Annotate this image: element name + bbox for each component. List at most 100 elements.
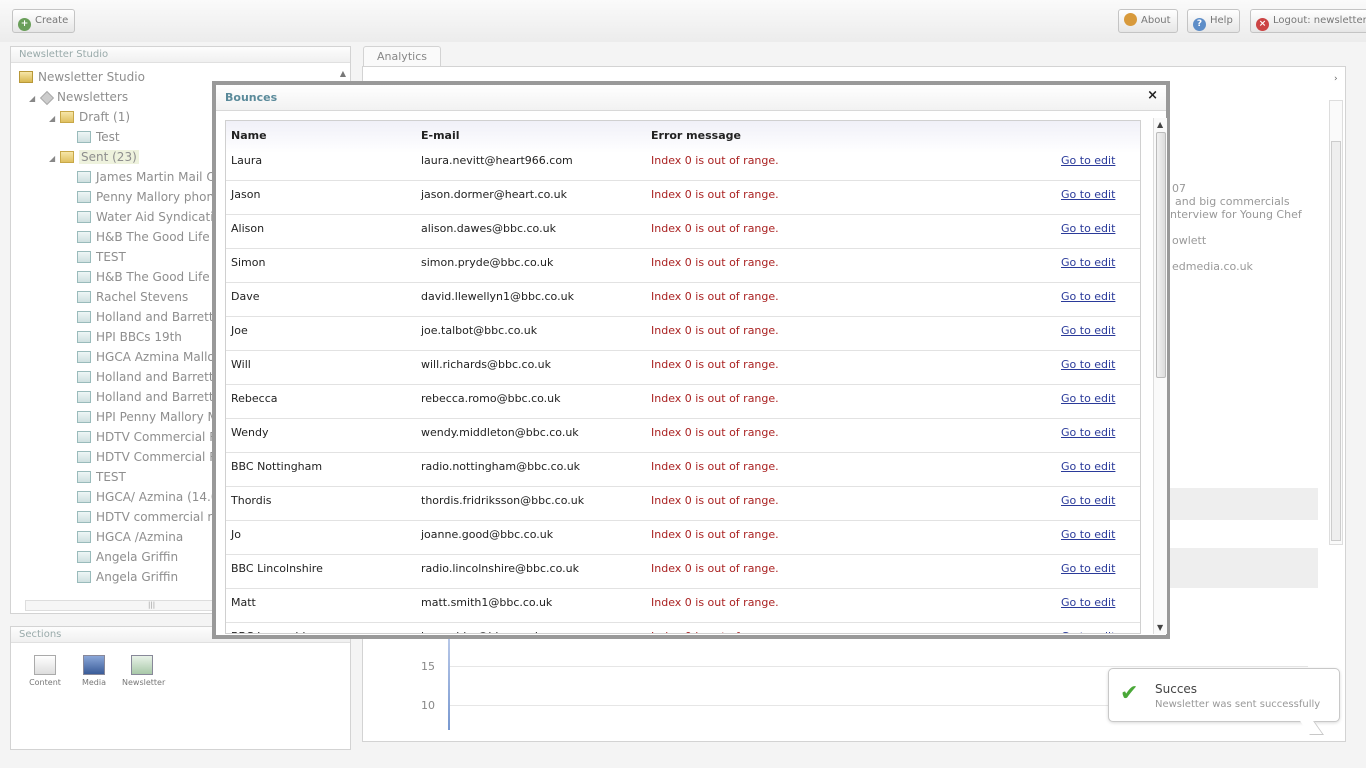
cell-name: BBC Lancashire — [231, 630, 317, 633]
table-row: BBC Nottingham radio.nottingham@bbc.co.uk… — [226, 453, 1140, 487]
cell-email: alison.dawes@bbc.co.uk — [421, 222, 556, 235]
tree-item-label: HGCA Azmina Mallor — [96, 350, 220, 364]
tree-item[interactable]: Angela Griffin — [77, 568, 178, 586]
column-header-name[interactable]: Name — [231, 129, 267, 142]
analytics-scrollbar[interactable] — [1329, 100, 1343, 545]
tree-item[interactable]: HGCA Azmina Mallor — [77, 348, 220, 366]
go-to-edit-link[interactable]: Go to edit — [1061, 426, 1115, 439]
tree-item[interactable]: H&B The Good Life ( — [77, 228, 218, 246]
section-content[interactable]: Content — [25, 655, 65, 687]
tree-item[interactable]: HDTV Commercial R — [77, 448, 218, 466]
go-to-edit-link[interactable]: Go to edit — [1061, 528, 1115, 541]
tree-item[interactable]: ◢ Draft (1) — [49, 108, 130, 126]
go-to-edit-link[interactable]: Go to edit — [1061, 494, 1115, 507]
background-band — [1160, 548, 1318, 588]
expand-arrow-icon[interactable]: ◢ — [49, 110, 57, 128]
tree-item[interactable]: ◢ Newsletters — [29, 88, 128, 106]
tree-item[interactable]: TEST — [77, 248, 126, 266]
tree-item[interactable]: Newsletter Studio — [19, 68, 145, 86]
tab-analytics[interactable]: Analytics — [363, 46, 441, 66]
analytics-scroll-thumb[interactable] — [1331, 141, 1341, 541]
tree-item[interactable]: H&B The Good Life ( — [77, 268, 218, 286]
chevron-right-icon[interactable]: › — [1334, 74, 1338, 84]
tree-item[interactable]: TEST — [77, 468, 126, 486]
section-media[interactable]: Media — [74, 655, 114, 687]
newsletter-icon — [77, 231, 91, 243]
tree-item-label: Rachel Stevens — [96, 290, 189, 304]
tree-item[interactable]: Holland and Barrett — [77, 388, 214, 406]
table-row: Will will.richards@bbc.co.uk Index 0 is ou… — [226, 351, 1140, 385]
tree-item[interactable]: Holland and Barrett ( — [77, 368, 222, 386]
tree-item[interactable]: HGCA/ Azmina (14.0 — [77, 488, 218, 506]
tree-item-label: Draft (1) — [79, 110, 131, 124]
help-button[interactable]: ? Help — [1187, 9, 1240, 33]
tree-item[interactable]: HDTV Commercial R — [77, 428, 218, 446]
cell-email: matt.smith1@bbc.co.uk — [421, 596, 553, 609]
go-to-edit-link[interactable]: Go to edit — [1061, 256, 1115, 269]
dialog-title: Bounces — [225, 91, 278, 104]
tree-item-label: HPI Penny Mallory M — [96, 410, 218, 424]
go-to-edit-link[interactable]: Go to edit — [1061, 630, 1115, 633]
create-button[interactable]: + Create — [12, 9, 76, 33]
expand-arrow-icon[interactable]: ◢ — [29, 90, 37, 108]
go-to-edit-link[interactable]: Go to edit — [1061, 290, 1115, 303]
tree-item[interactable]: HGCA /Azmina — [77, 528, 183, 546]
section-newsletter[interactable]: Newsletter — [122, 655, 166, 687]
cell-name: Jason — [231, 188, 261, 201]
tree-item-label: HDTV Commercial R — [96, 430, 218, 444]
cell-error-message: Index 0 is out of range. — [651, 562, 779, 575]
newsletter-icon — [77, 411, 91, 423]
tree-item[interactable]: HPI BBCs 19th — [77, 328, 182, 346]
table-scrollbar[interactable]: ▲ ▼ — [1153, 118, 1167, 634]
expand-arrow-icon[interactable]: ◢ — [49, 150, 57, 168]
table-row: BBC Lancashire lancashire@bbc.co.uk Index … — [226, 623, 1140, 633]
tree-item[interactable]: Water Aid Syndicatio — [77, 208, 221, 226]
logout-button[interactable]: × Logout: newsletter — [1250, 9, 1366, 33]
tree-item[interactable]: HDTV commercial rr — [77, 508, 217, 526]
about-button[interactable]: About — [1118, 9, 1178, 33]
newsletter-icon — [77, 271, 91, 283]
go-to-edit-link[interactable]: Go to edit — [1061, 460, 1115, 473]
scroll-grip-icon: ||| — [148, 601, 156, 609]
newsletter-icon — [77, 551, 91, 563]
go-to-edit-link[interactable]: Go to edit — [1061, 562, 1115, 575]
cell-email: david.llewellyn1@bbc.co.uk — [421, 290, 574, 303]
go-to-edit-link[interactable]: Go to edit — [1061, 392, 1115, 405]
close-icon[interactable]: × — [1147, 88, 1158, 103]
cell-name: Rebecca — [231, 392, 278, 405]
tree-item[interactable]: Penny Mallory phone — [77, 188, 221, 206]
newsletter-icon — [77, 131, 91, 143]
tree-item-label: Holland and Barrett ( — [96, 310, 223, 324]
tree-item[interactable]: HPI Penny Mallory M — [77, 408, 218, 426]
go-to-edit-link[interactable]: Go to edit — [1061, 222, 1115, 235]
newsletter-icon — [77, 371, 91, 383]
tree-item[interactable]: ◢ Sent (23) — [49, 148, 139, 166]
toast-title: Succes — [1155, 682, 1198, 696]
go-to-edit-link[interactable]: Go to edit — [1061, 596, 1115, 609]
cell-error-message: Index 0 is out of range. — [651, 392, 779, 405]
newsletter-icon — [77, 491, 91, 503]
go-to-edit-link[interactable]: Go to edit — [1061, 324, 1115, 337]
column-header-error[interactable]: Error message — [651, 129, 741, 142]
scroll-up-icon[interactable]: ▲ — [1157, 120, 1163, 129]
column-header-email[interactable]: E-mail — [421, 129, 460, 142]
go-to-edit-link[interactable]: Go to edit — [1061, 188, 1115, 201]
background-text: and big commercials — [1175, 195, 1290, 208]
tree-item[interactable]: Rachel Stevens — [77, 288, 188, 306]
go-to-edit-link[interactable]: Go to edit — [1061, 358, 1115, 371]
tree-item-label: Holland and Barrett — [96, 390, 214, 404]
section-newsletter-label: Newsletter — [122, 678, 166, 687]
scroll-down-icon[interactable]: ▼ — [1157, 623, 1163, 632]
tree-item[interactable]: James Martin Mail O — [77, 168, 216, 186]
table-scroll-thumb[interactable] — [1156, 132, 1166, 378]
newsletter-icon — [77, 211, 91, 223]
tree-item[interactable]: Angela Griffin — [77, 548, 178, 566]
tree-item-label: Newsletters — [57, 90, 129, 104]
cell-email: joe.talbot@bbc.co.uk — [421, 324, 538, 337]
dialog-header: Bounces × — [216, 85, 1166, 111]
go-to-edit-link[interactable]: Go to edit — [1061, 154, 1115, 167]
tree-item[interactable]: Test — [77, 128, 120, 146]
tree-item[interactable]: Holland and Barrett ( — [77, 308, 222, 326]
cell-name: Dave — [231, 290, 260, 303]
create-icon: + — [18, 18, 31, 31]
